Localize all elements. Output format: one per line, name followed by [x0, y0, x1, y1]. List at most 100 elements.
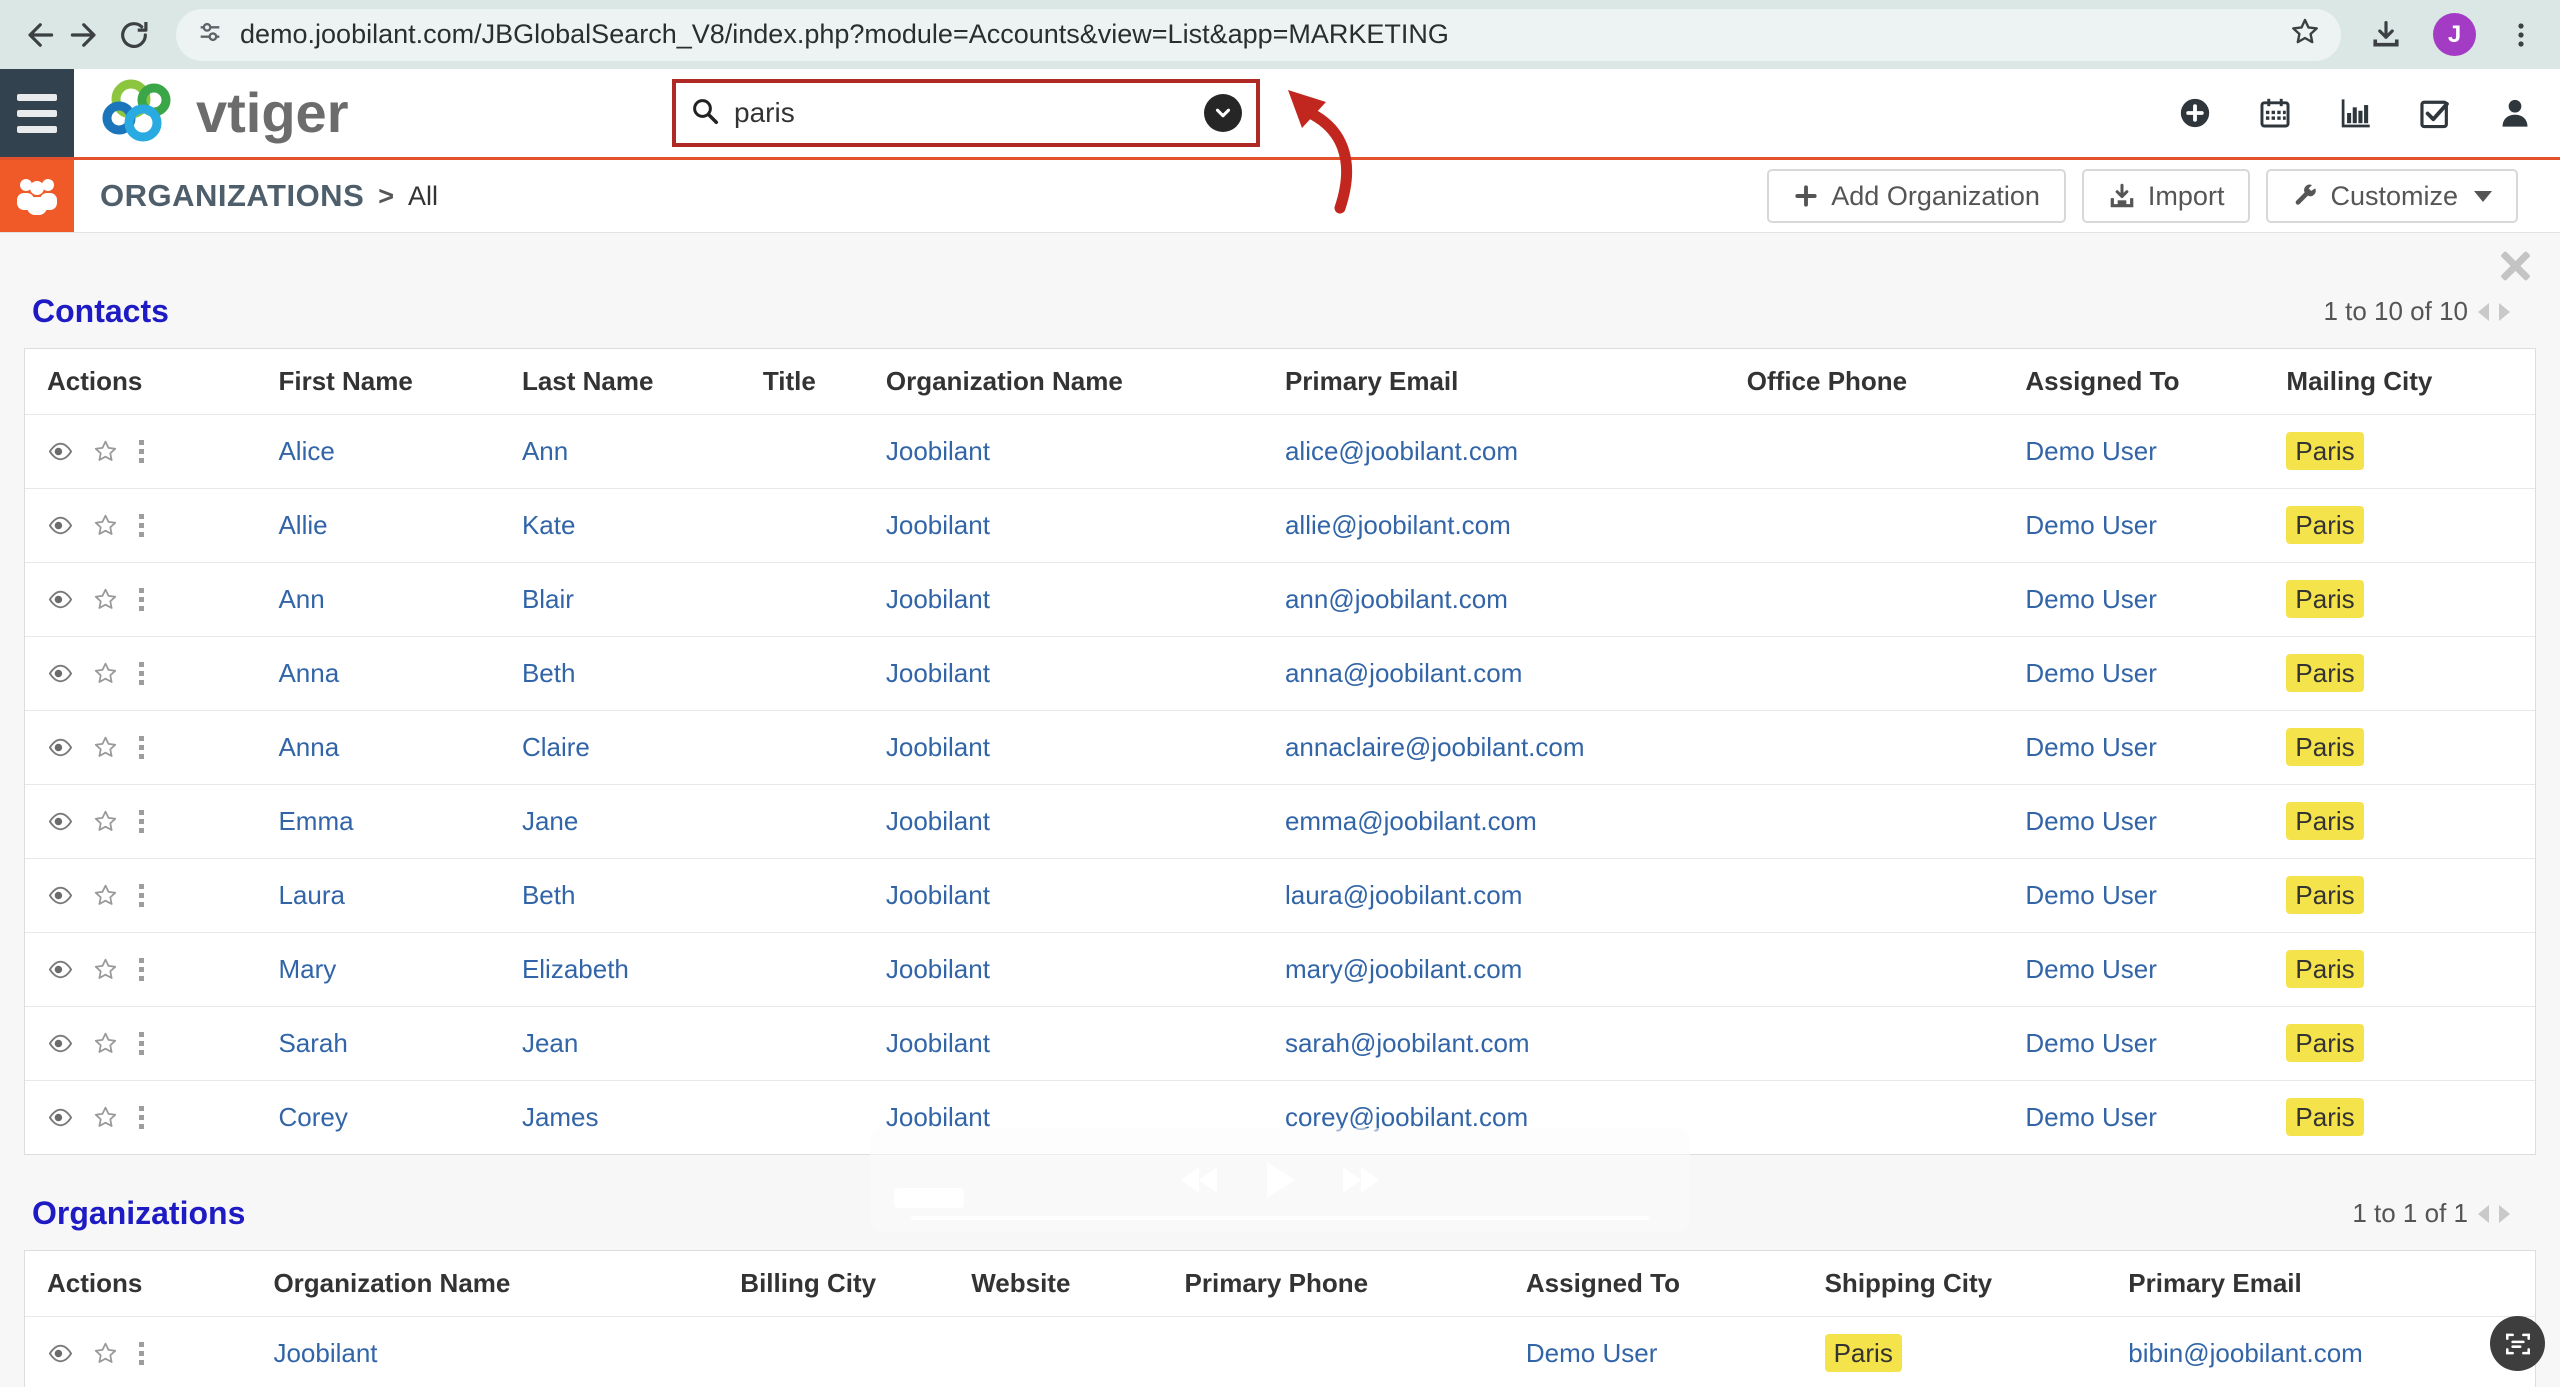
bookmark-star-icon[interactable]: [2289, 16, 2321, 53]
assigned-to-link[interactable]: Demo User: [2025, 1102, 2156, 1132]
follow-star-icon[interactable]: [92, 808, 119, 835]
more-actions-icon[interactable]: [137, 882, 146, 910]
import-button[interactable]: Import: [2082, 169, 2251, 223]
organizations-module-icon[interactable]: [0, 160, 74, 232]
contact-last-name-link[interactable]: Beth: [522, 880, 576, 910]
contact-first-name-link[interactable]: Laura: [278, 880, 345, 910]
breadcrumb-module-label[interactable]: ORGANIZATIONS: [100, 178, 364, 214]
contact-email-link[interactable]: emma@joobilant.com: [1285, 806, 1537, 836]
browser-profile-avatar[interactable]: J: [2433, 13, 2476, 56]
contact-last-name-link[interactable]: Claire: [522, 732, 590, 762]
browser-menu-icon[interactable]: [2506, 20, 2536, 50]
contact-last-name-link[interactable]: Blair: [522, 584, 574, 614]
assigned-to-link[interactable]: Demo User: [2025, 436, 2156, 466]
contact-last-name-link[interactable]: James: [522, 1102, 599, 1132]
more-actions-icon[interactable]: [137, 660, 146, 688]
reports-chart-icon[interactable]: [2338, 96, 2372, 130]
contact-email-link[interactable]: sarah@joobilant.com: [1285, 1028, 1530, 1058]
view-record-icon[interactable]: [47, 1030, 74, 1057]
assigned-to-link[interactable]: Demo User: [2025, 510, 2156, 540]
contact-email-link[interactable]: mary@joobilant.com: [1285, 954, 1522, 984]
contact-email-link[interactable]: alice@joobilant.com: [1285, 436, 1518, 466]
site-info-icon[interactable]: [196, 18, 224, 51]
contact-first-name-link[interactable]: Emma: [278, 806, 353, 836]
contact-organization-link[interactable]: Joobilant: [886, 954, 990, 984]
contact-last-name-link[interactable]: Kate: [522, 510, 576, 540]
follow-star-icon[interactable]: [92, 586, 119, 613]
contact-email-link[interactable]: corey@joobilant.com: [1285, 1102, 1528, 1132]
view-record-icon[interactable]: [47, 438, 74, 465]
downloads-icon[interactable]: [2369, 18, 2403, 52]
more-actions-icon[interactable]: [137, 956, 146, 984]
view-record-icon[interactable]: [47, 660, 74, 687]
close-icon[interactable]: [2498, 249, 2532, 283]
pager-prev-icon[interactable]: [2478, 1205, 2489, 1223]
contact-last-name-link[interactable]: Beth: [522, 658, 576, 688]
follow-star-icon[interactable]: [92, 660, 119, 687]
contact-organization-link[interactable]: Joobilant: [886, 436, 990, 466]
assigned-to-link[interactable]: Demo User: [2025, 880, 2156, 910]
calendar-icon[interactable]: [2258, 96, 2292, 130]
user-profile-icon[interactable]: [2498, 96, 2532, 130]
contact-last-name-link[interactable]: Jean: [522, 1028, 578, 1058]
contact-organization-link[interactable]: Joobilant: [886, 880, 990, 910]
view-record-icon[interactable]: [47, 1340, 74, 1367]
search-options-chevron-icon[interactable]: [1204, 94, 1242, 132]
contact-organization-link[interactable]: Joobilant: [886, 1102, 990, 1132]
organization-name-link[interactable]: Joobilant: [273, 1338, 377, 1368]
contact-last-name-link[interactable]: Ann: [522, 436, 568, 466]
quick-create-plus-icon[interactable]: [2178, 96, 2212, 130]
contact-organization-link[interactable]: Joobilant: [886, 510, 990, 540]
contact-first-name-link[interactable]: Anna: [278, 732, 339, 762]
organization-email-link[interactable]: bibin@joobilant.com: [2128, 1338, 2363, 1368]
contact-first-name-link[interactable]: Mary: [278, 954, 336, 984]
more-actions-icon[interactable]: [137, 586, 146, 614]
contact-first-name-link[interactable]: Anna: [278, 658, 339, 688]
tasks-checkbox-icon[interactable]: [2418, 96, 2452, 130]
contact-organization-link[interactable]: Joobilant: [886, 732, 990, 762]
assigned-to-link[interactable]: Demo User: [2025, 584, 2156, 614]
assigned-to-link[interactable]: Demo User: [2025, 954, 2156, 984]
url-text[interactable]: demo.joobilant.com/JBGlobalSearch_V8/ind…: [240, 19, 1449, 50]
follow-star-icon[interactable]: [92, 882, 119, 909]
view-record-icon[interactable]: [47, 808, 74, 835]
breadcrumb-view-label[interactable]: All: [408, 181, 438, 212]
contact-first-name-link[interactable]: Corey: [278, 1102, 347, 1132]
follow-star-icon[interactable]: [92, 734, 119, 761]
follow-star-icon[interactable]: [92, 438, 119, 465]
floating-capture-button[interactable]: [2490, 1316, 2545, 1371]
view-record-icon[interactable]: [47, 956, 74, 983]
contact-first-name-link[interactable]: Ann: [278, 584, 324, 614]
contact-email-link[interactable]: laura@joobilant.com: [1285, 880, 1522, 910]
pager-prev-icon[interactable]: [2478, 303, 2489, 321]
hamburger-menu-button[interactable]: [0, 69, 74, 157]
contact-email-link[interactable]: ann@joobilant.com: [1285, 584, 1508, 614]
browser-forward-icon[interactable]: [62, 11, 110, 59]
vtiger-logo[interactable]: vtiger: [98, 73, 349, 154]
assigned-to-link[interactable]: Demo User: [2025, 658, 2156, 688]
contact-last-name-link[interactable]: Elizabeth: [522, 954, 629, 984]
view-record-icon[interactable]: [47, 734, 74, 761]
view-record-icon[interactable]: [47, 512, 74, 539]
contact-first-name-link[interactable]: Alice: [278, 436, 334, 466]
follow-star-icon[interactable]: [92, 956, 119, 983]
more-actions-icon[interactable]: [137, 1340, 146, 1368]
contact-first-name-link[interactable]: Sarah: [278, 1028, 347, 1058]
contact-email-link[interactable]: annaclaire@joobilant.com: [1285, 732, 1585, 762]
contact-email-link[interactable]: anna@joobilant.com: [1285, 658, 1522, 688]
more-actions-icon[interactable]: [137, 734, 146, 762]
browser-reload-icon[interactable]: [110, 11, 158, 59]
assigned-to-link[interactable]: Demo User: [1526, 1338, 1657, 1368]
more-actions-icon[interactable]: [137, 1104, 146, 1132]
customize-button[interactable]: Customize: [2266, 169, 2518, 223]
more-actions-icon[interactable]: [137, 512, 146, 540]
browser-back-icon[interactable]: [14, 11, 62, 59]
contact-first-name-link[interactable]: Allie: [278, 510, 327, 540]
address-bar[interactable]: demo.joobilant.com/JBGlobalSearch_V8/ind…: [176, 9, 2341, 61]
follow-star-icon[interactable]: [92, 1340, 119, 1367]
follow-star-icon[interactable]: [92, 512, 119, 539]
contact-email-link[interactable]: allie@joobilant.com: [1285, 510, 1511, 540]
view-record-icon[interactable]: [47, 1104, 74, 1131]
pager-next-icon[interactable]: [2499, 1205, 2510, 1223]
view-record-icon[interactable]: [47, 586, 74, 613]
